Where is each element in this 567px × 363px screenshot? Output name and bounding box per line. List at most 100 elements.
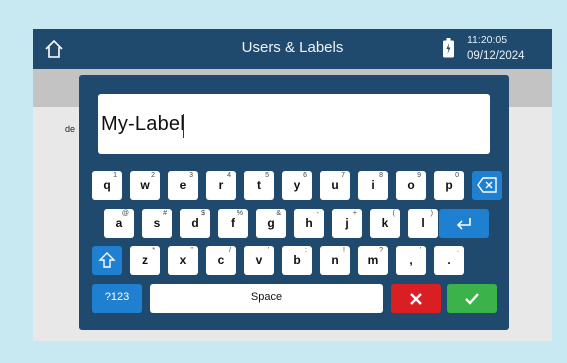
key-secondary-label: $ bbox=[201, 210, 205, 217]
key-p[interactable]: p0 bbox=[434, 171, 464, 200]
key-label: u bbox=[331, 178, 339, 192]
key-secondary-label: ' bbox=[267, 247, 269, 254]
key-label: i bbox=[371, 178, 375, 192]
key-m[interactable]: m? bbox=[358, 246, 388, 275]
key-label: f bbox=[231, 216, 235, 230]
battery-icon bbox=[443, 38, 454, 58]
mode-key[interactable]: ?123 bbox=[92, 284, 142, 313]
confirm-button[interactable] bbox=[447, 284, 497, 313]
key-k[interactable]: k( bbox=[370, 209, 400, 238]
key-t[interactable]: t5 bbox=[244, 171, 274, 200]
key-o[interactable]: o9 bbox=[396, 171, 426, 200]
key-g[interactable]: g & bbox=[256, 209, 286, 238]
key-a[interactable]: a @ bbox=[104, 209, 134, 238]
key-e[interactable]: e3 bbox=[168, 171, 198, 200]
mode-key-label: ?123 bbox=[104, 291, 130, 303]
key-label: z bbox=[142, 253, 148, 267]
key-secondary-label: / bbox=[229, 247, 231, 254]
cancel-button[interactable] bbox=[391, 284, 441, 313]
key-label: p bbox=[445, 178, 453, 192]
key-secondary-label: % bbox=[236, 210, 243, 217]
key-secondary-label: ) bbox=[430, 210, 433, 217]
key-secondary-label: 1 bbox=[113, 172, 117, 179]
key-label: n bbox=[331, 253, 339, 267]
key-s[interactable]: s # bbox=[142, 209, 172, 238]
label-input[interactable]: My-Label bbox=[98, 94, 490, 154]
key-label: a bbox=[115, 216, 123, 230]
key-secondary-label: # bbox=[163, 210, 167, 217]
backspace-icon bbox=[477, 177, 497, 193]
key-label: b bbox=[293, 253, 301, 267]
key-secondary-label: & bbox=[276, 210, 281, 217]
key-label: c bbox=[217, 253, 225, 267]
key-u[interactable]: u7 bbox=[320, 171, 350, 200]
key-y[interactable]: y6 bbox=[282, 171, 312, 200]
key-label: . bbox=[447, 253, 451, 267]
enter-key[interactable] bbox=[439, 209, 489, 238]
key-l[interactable]: l) bbox=[408, 209, 438, 238]
key-secondary-label: ( bbox=[392, 210, 395, 217]
key-label: t bbox=[257, 178, 261, 192]
key-label: y bbox=[293, 178, 301, 192]
key-period[interactable]: .. bbox=[434, 246, 464, 275]
key-secondary-label: : bbox=[305, 247, 307, 254]
clock-time: 11:20:05 bbox=[467, 34, 508, 46]
backspace-key[interactable] bbox=[472, 171, 502, 200]
key-label: w bbox=[140, 178, 150, 192]
key-h[interactable]: h- bbox=[294, 209, 324, 238]
key-label: s bbox=[153, 216, 161, 230]
key-secondary-label: 3 bbox=[189, 172, 193, 179]
key-label: q bbox=[103, 178, 111, 192]
key-secondary-label: 7 bbox=[341, 172, 345, 179]
label-input-value: My-Label bbox=[101, 113, 185, 135]
space-key[interactable]: Space bbox=[150, 284, 383, 313]
on-screen-keyboard: My-Label q 1 w 2 e 3 r 4 t 5 y 6 u 7 i 8 o 9 p 0 a @ s # d $ f% g & h… bbox=[79, 75, 509, 330]
key-secondary-label: 0 bbox=[455, 172, 459, 179]
key-i[interactable]: i8 bbox=[358, 171, 388, 200]
key-secondary-label: @ bbox=[121, 210, 129, 217]
key-label: l bbox=[421, 216, 425, 230]
enter-icon bbox=[456, 217, 472, 231]
key-secondary-label: + bbox=[352, 210, 357, 217]
key-z[interactable]: z * bbox=[130, 246, 160, 275]
key-secondary-label: . bbox=[457, 247, 459, 254]
key-secondary-label: 2 bbox=[151, 172, 155, 179]
key-label: d bbox=[191, 216, 199, 230]
check-icon bbox=[464, 292, 480, 306]
key-label: , bbox=[409, 253, 413, 267]
key-label: o bbox=[407, 178, 415, 192]
key-c[interactable]: c / bbox=[206, 246, 236, 275]
key-label: j bbox=[345, 216, 349, 230]
clock-date: 09/12/2024 bbox=[467, 50, 525, 62]
key-w[interactable]: w2 bbox=[130, 171, 160, 200]
close-icon bbox=[409, 292, 423, 306]
key-label: g bbox=[267, 216, 275, 230]
key-b[interactable]: b: bbox=[282, 246, 312, 275]
key-secondary-label: 5 bbox=[265, 172, 269, 179]
key-comma[interactable]: , ' bbox=[396, 246, 426, 275]
key-secondary-label: " bbox=[190, 247, 194, 254]
key-secondary-label: 8 bbox=[379, 172, 383, 179]
key-secondary-label: ' bbox=[419, 247, 421, 254]
top-bar: Users & Labels 11:20:05 09/12/2024 bbox=[33, 29, 552, 69]
key-secondary-label: ! bbox=[343, 247, 345, 254]
key-r[interactable]: r4 bbox=[206, 171, 236, 200]
key-v[interactable]: v ' bbox=[244, 246, 274, 275]
key-secondary-label: * bbox=[152, 247, 155, 254]
key-q[interactable]: q1 bbox=[92, 171, 122, 200]
shift-icon bbox=[98, 251, 116, 269]
background-text: de bbox=[65, 124, 76, 134]
key-j[interactable]: j + bbox=[332, 209, 362, 238]
key-d[interactable]: d $ bbox=[180, 209, 210, 238]
key-secondary-label: ? bbox=[379, 247, 383, 254]
key-x[interactable]: x " bbox=[168, 246, 198, 275]
shift-key[interactable] bbox=[92, 246, 122, 275]
key-label: v bbox=[255, 253, 263, 267]
key-n[interactable]: n! bbox=[320, 246, 350, 275]
text-caret bbox=[183, 114, 184, 138]
key-label: k bbox=[381, 216, 389, 230]
key-label: r bbox=[218, 178, 224, 192]
key-secondary-label: 9 bbox=[417, 172, 421, 179]
key-f[interactable]: f% bbox=[218, 209, 248, 238]
key-secondary-label: 4 bbox=[227, 172, 231, 179]
